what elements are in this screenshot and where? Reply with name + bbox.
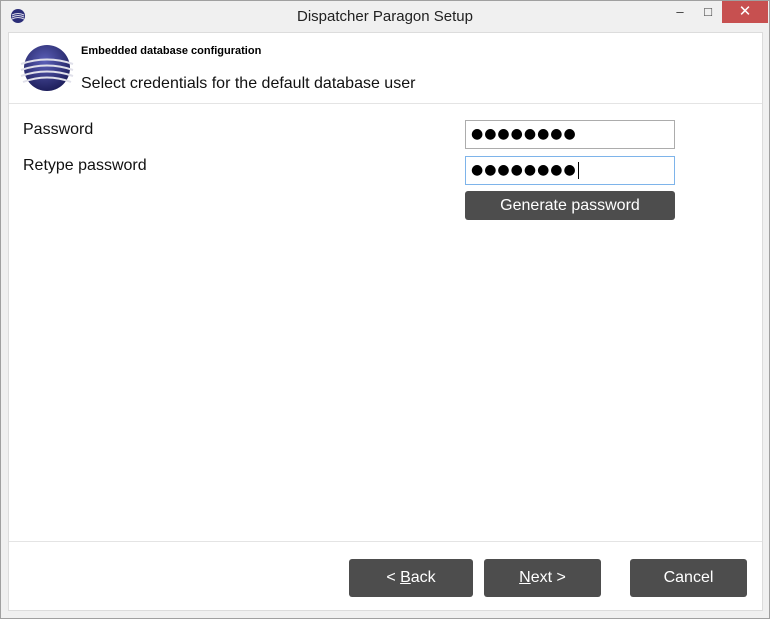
close-button[interactable]: ✕ [722, 1, 768, 23]
text-caret [577, 161, 579, 179]
page-subtitle: Select credentials for the default datab… [81, 75, 416, 92]
password-field[interactable]: ●●●●●●●● [465, 120, 675, 149]
cancel-button[interactable]: Cancel [630, 559, 747, 597]
back-rest: ack [410, 569, 436, 586]
retype-password-value: ●●●●●●●● [471, 162, 577, 178]
footer-divider [9, 541, 762, 542]
password-value: ●●●●●●●● [471, 126, 577, 142]
maximize-button[interactable]: □ [695, 1, 721, 23]
page-title: Embedded database configuration [81, 45, 262, 57]
retype-password-field[interactable]: ●●●●●●●● [465, 156, 675, 185]
next-rest: ext > [530, 569, 566, 586]
retype-password-label: Retype password [23, 157, 147, 174]
back-prefix: < [386, 569, 401, 586]
generate-password-button[interactable]: Generate password [465, 191, 675, 220]
password-label: Password [23, 121, 94, 138]
setup-window: Dispatcher Paragon Setup – □ ✕ Embedded … [0, 0, 770, 619]
next-mnemonic: N [519, 569, 531, 586]
back-button[interactable]: < Back [349, 559, 473, 597]
wizard-content: Embedded database configuration Select c… [8, 32, 763, 611]
paragon-logo [20, 45, 74, 91]
back-mnemonic: B [400, 569, 411, 586]
title-bar: Dispatcher Paragon Setup – □ ✕ [1, 1, 769, 32]
wizard-header: Embedded database configuration Select c… [9, 33, 762, 104]
next-button[interactable]: Next > [484, 559, 601, 597]
minimize-button[interactable]: – [665, 1, 695, 23]
window-title: Dispatcher Paragon Setup [297, 8, 473, 25]
